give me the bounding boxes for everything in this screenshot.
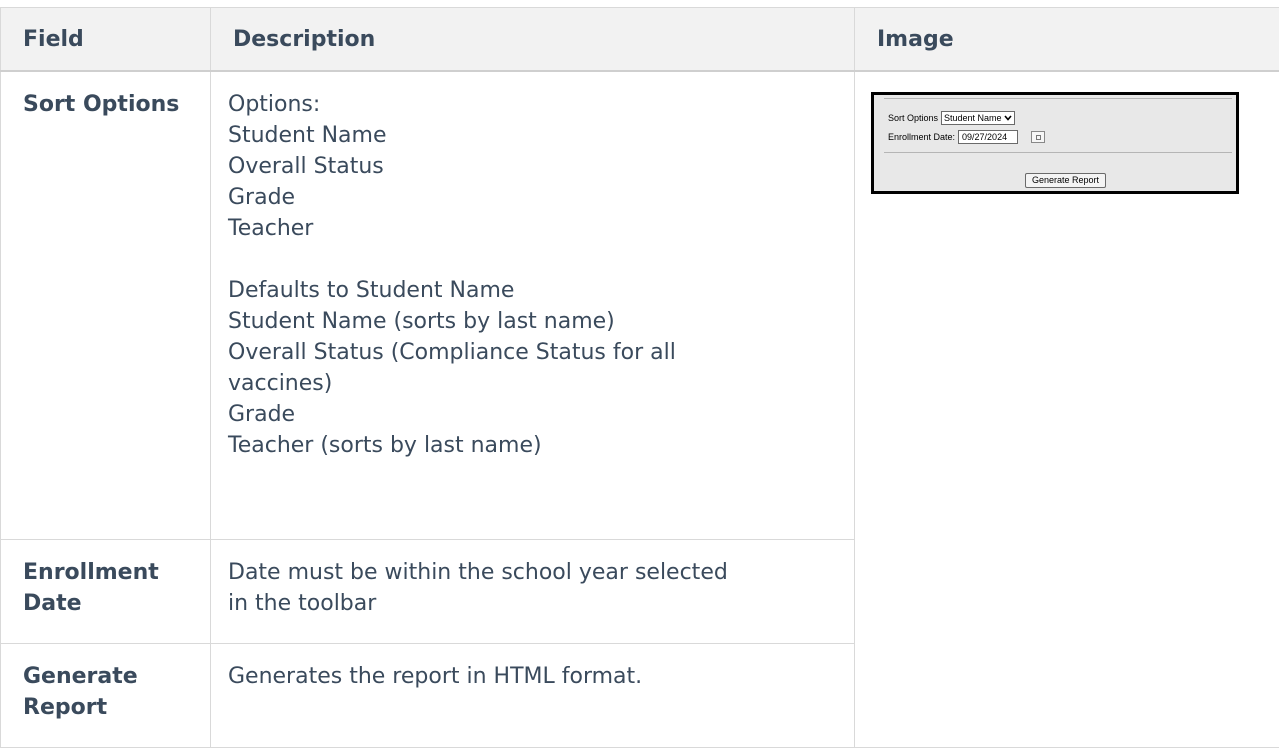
- header-image: Image: [854, 7, 1279, 72]
- divider: [884, 98, 1232, 99]
- divider: [884, 152, 1232, 153]
- header-field: Field: [0, 7, 211, 72]
- chevron-down-icon: [1003, 115, 1012, 121]
- desc-line: in the toolbar: [228, 590, 377, 616]
- enrollment-date-field: 09/27/2024: [958, 130, 1019, 144]
- field-description: Generates the report in HTML format.: [210, 642, 855, 748]
- desc-line: Grade: [228, 402, 296, 427]
- header-row: Field Description Image: [0, 7, 1279, 72]
- sort-options-value: Student Name: [944, 113, 1002, 123]
- table-row: Sort Options Options: Student Name Overa…: [0, 70, 1279, 748]
- desc-line: Student Name: [228, 123, 387, 148]
- field-description-table: Field Description Image Sort Options Opt…: [0, 7, 1279, 748]
- sort-options-label: Sort Options: [888, 113, 939, 123]
- field-name: Enrollment Date: [0, 538, 211, 644]
- desc-line: Options:: [228, 92, 321, 117]
- desc-line: Student Name (sorts by last name): [228, 309, 615, 334]
- enrollment-date-row: Enrollment Date: 09/27/2024: [888, 130, 1046, 144]
- image-cell: Sort Options Student Name Enrollment Dat…: [854, 70, 1279, 748]
- desc-line: vaccines): [228, 371, 333, 396]
- field-name: Sort Options: [0, 70, 211, 540]
- desc-line: Teacher (sorts by last name): [228, 433, 542, 458]
- calendar-icon: [1031, 131, 1046, 143]
- field-description: Date must be within the school year sele…: [210, 538, 855, 644]
- desc-line: Grade: [228, 185, 296, 210]
- sort-options-select: Student Name: [941, 111, 1015, 125]
- desc-line: Date must be within the school year sele…: [228, 559, 728, 585]
- generate-report-button: Generate Report: [1025, 173, 1107, 188]
- desc-line: Overall Status: [228, 154, 384, 179]
- header-description: Description: [210, 7, 855, 72]
- field-name: Generate Report: [0, 642, 211, 748]
- desc-line: Defaults to Student Name: [228, 278, 515, 303]
- sort-options-row: Sort Options Student Name: [888, 111, 1015, 125]
- desc-line: Overall Status (Compliance Status for al…: [228, 340, 676, 365]
- field-description: Options: Student Name Overall Status Gra…: [210, 70, 855, 540]
- enrollment-date-label: Enrollment Date:: [888, 132, 956, 142]
- desc-line: Generates the report in HTML format.: [228, 663, 643, 689]
- report-editor-screenshot: Sort Options Student Name Enrollment Dat…: [871, 92, 1239, 194]
- desc-line: Teacher: [228, 216, 314, 241]
